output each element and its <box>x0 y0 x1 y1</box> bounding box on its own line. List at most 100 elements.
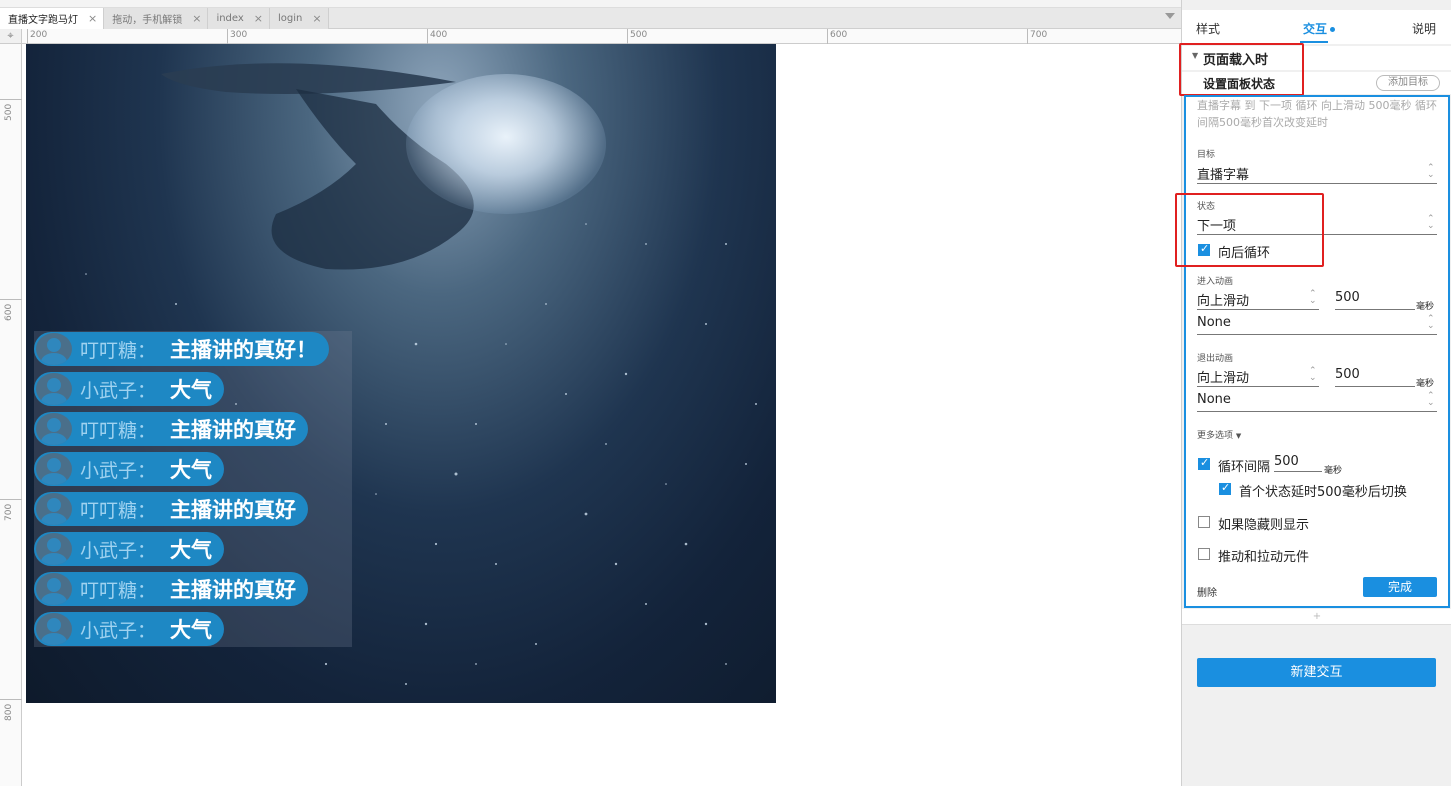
tab-unlock[interactable]: 拖动，手机解锁 × <box>104 8 209 29</box>
ms-unit: 毫秒 <box>1416 379 1435 389</box>
underline <box>1197 411 1437 412</box>
exit-ms-input[interactable]: 500 <box>1335 367 1360 382</box>
avatar-icon <box>36 533 72 565</box>
danmaku-username: 小武子： <box>80 539 157 562</box>
enter-ease-select[interactable]: None <box>1197 315 1231 330</box>
ruler-tick <box>1027 29 1028 44</box>
show-if-hidden-label: 如果隐藏则显示 <box>1218 518 1310 533</box>
add-action-plus-icon[interactable]: + <box>1182 609 1451 625</box>
tab-marquee[interactable]: 直播文字跑马灯 × <box>0 8 105 29</box>
close-icon[interactable]: × <box>192 12 201 25</box>
exit-ease-select[interactable]: None <box>1197 392 1231 407</box>
danmaku-message: 叮叮糖： 主播讲的真好 <box>34 412 309 446</box>
close-icon[interactable]: × <box>254 12 263 25</box>
danmaku-username: 小武子： <box>80 379 157 402</box>
updown-icon: ⌃ ⌄ <box>1309 289 1317 306</box>
first-delay-label: 首个状态延时500毫秒后切换 <box>1239 485 1407 500</box>
tab-label: 直播文字跑马灯 <box>8 15 78 26</box>
enter-anim-label: 进入动画 <box>1197 277 1234 287</box>
danmaku-message: 叮叮糖： 主播讲的真好！ <box>34 332 330 366</box>
avatar-icon <box>36 493 72 525</box>
night-sky-background-image[interactable]: 叮叮糖： 主播讲的真好！ 小武子： 大气 叮叮糖： 主播讲的真好 小武子： 大气… <box>26 44 776 703</box>
show-if-hidden-checkbox[interactable] <box>1198 516 1210 528</box>
avatar-icon <box>36 373 72 405</box>
danmaku-text: 主播讲的真好！ <box>170 338 318 362</box>
top-strip <box>0 0 1181 8</box>
ruler-tick <box>0 99 22 100</box>
avatar-icon <box>36 413 72 445</box>
loop-interval-input[interactable]: 500 <box>1274 454 1299 469</box>
ruler-tick <box>627 29 628 44</box>
updown-icon: ⌃ ⌄ <box>1427 314 1435 331</box>
avatar-icon <box>36 453 72 485</box>
ms-unit: 毫秒 <box>1324 466 1343 476</box>
caret-down-icon: ▼ <box>1235 432 1242 440</box>
enter-anim-select[interactable]: 向上滑动 <box>1197 290 1249 309</box>
avatar-icon <box>36 333 72 365</box>
danmaku-text: 大气 <box>170 458 213 482</box>
target-select[interactable]: 直播字幕 <box>1197 164 1249 183</box>
tab-menu-chevron-icon[interactable] <box>1165 13 1175 19</box>
updown-icon: ⌃ ⌄ <box>1427 214 1435 231</box>
vertical-ruler <box>0 44 22 786</box>
tab-label: login <box>278 13 303 24</box>
ruler-tick <box>27 29 28 44</box>
ruler-tick <box>427 29 428 44</box>
ruler-label: 700 <box>1030 30 1048 40</box>
loop-interval-checkbox[interactable] <box>1198 456 1210 470</box>
danmaku-text: 大气 <box>170 538 213 562</box>
ruler-label: 600 <box>4 303 14 321</box>
crosshair-icon[interactable]: ⌖ <box>0 29 22 44</box>
push-pull-label: 推动和拉动元件 <box>1218 550 1310 565</box>
target-label: 目标 <box>1197 150 1216 160</box>
action-editor-card: 直播字幕 到 下一项 循环 向上滑动 500毫秒 循环间隔500毫秒首次改变延时… <box>1184 95 1450 608</box>
active-dot-icon <box>1330 27 1336 32</box>
push-pull-checkbox[interactable] <box>1198 548 1210 560</box>
moon-cloud-glow <box>406 74 606 214</box>
interaction-panel: 样式 交互 说明 ▼ 页面载入时 设置面板状态 添加目标 直播字幕 到 下一项 … <box>1175 0 1451 786</box>
tab-login[interactable]: login × <box>270 8 329 29</box>
first-delay-checkbox[interactable] <box>1219 481 1231 495</box>
danmaku-text: 主播讲的真好 <box>170 498 297 522</box>
ruler-label: 400 <box>430 30 448 40</box>
tab-notes[interactable]: 说明 <box>1412 20 1436 37</box>
updown-icon: ⌃ ⌄ <box>1309 366 1317 383</box>
more-options-toggle[interactable]: 更多选项 ▼ <box>1197 428 1241 441</box>
ruler-tick <box>0 699 22 700</box>
updown-icon: ⌃ ⌄ <box>1427 163 1435 180</box>
done-button[interactable]: 完成 <box>1363 577 1437 597</box>
ruler-label: 600 <box>830 30 848 40</box>
ruler-label: 300 <box>230 30 248 40</box>
danmaku-message: 小武子： 大气 <box>34 372 225 406</box>
document-tab-bar: 直播文字跑马灯 × 拖动，手机解锁 × index × login × <box>0 0 1181 29</box>
underline <box>1335 309 1415 310</box>
danmaku-message: 叮叮糖： 主播讲的真好 <box>34 572 309 606</box>
underline <box>1335 386 1415 387</box>
close-icon[interactable]: × <box>312 12 321 25</box>
new-interaction-button[interactable]: 新建交互 <box>1197 658 1436 687</box>
tab-style[interactable]: 样式 <box>1196 20 1220 37</box>
close-icon[interactable]: × <box>88 12 97 25</box>
live-danmaku-panel[interactable]: 叮叮糖： 主播讲的真好！ 小武子： 大气 叮叮糖： 主播讲的真好 小武子： 大气… <box>34 331 352 647</box>
enter-ms-input[interactable]: 500 <box>1335 290 1360 305</box>
underline <box>1197 183 1437 184</box>
ruler-label: 200 <box>30 30 48 40</box>
exit-anim-select[interactable]: 向上滑动 <box>1197 367 1249 386</box>
ruler-label: 500 <box>630 30 648 40</box>
add-target-button[interactable]: 添加目标 <box>1376 75 1440 91</box>
underline <box>1197 334 1437 335</box>
danmaku-text: 主播讲的真好 <box>170 418 297 442</box>
underline <box>1197 386 1319 387</box>
loop-interval-label: 循环间隔 <box>1218 460 1271 475</box>
tab-interaction[interactable]: 交互 <box>1303 20 1336 37</box>
ruler-tick <box>827 29 828 44</box>
danmaku-username: 叮叮糖： <box>80 499 157 522</box>
tab-interaction-label: 交互 <box>1303 22 1328 36</box>
tab-list: 直播文字跑马灯 × 拖动，手机解锁 × index × login × <box>0 8 329 29</box>
ruler-label: 700 <box>4 503 14 521</box>
danmaku-message: 小武子： 大气 <box>34 532 225 566</box>
ruler-tick <box>0 499 22 500</box>
delete-link[interactable]: 删除 <box>1197 584 1217 599</box>
danmaku-username: 叮叮糖： <box>80 579 157 602</box>
tab-index[interactable]: index × <box>208 8 271 29</box>
